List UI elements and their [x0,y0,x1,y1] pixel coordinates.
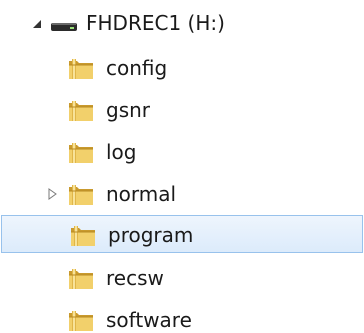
folder-icon [69,269,93,289]
folder-icon [69,143,93,163]
tree-item-log[interactable]: log [0,133,362,171]
drive-label: FHDREC1 (H:) [86,11,225,35]
folder-icon [69,101,93,121]
tree-item-normal[interactable]: normal [0,175,362,213]
tree-item-program[interactable]: program [1,215,363,253]
folder-label: software [106,308,192,332]
folder-label: log [106,140,137,164]
folder-label: recsw [106,266,164,290]
folder-icon [69,185,93,205]
drive-icon [51,23,77,31]
folder-label: gsnr [106,98,151,122]
tree-item-config[interactable]: config [0,49,362,87]
tree-item-recsw[interactable]: recsw [0,259,362,297]
folder-label: program [108,223,194,247]
folder-tree: FHDREC1 (H:) config gsnr log normal program r… [0,0,364,333]
folder-icon [69,59,93,79]
expanded-triangle-icon[interactable] [31,18,43,30]
collapsed-triangle-icon[interactable] [46,188,58,200]
tree-item-gsnr[interactable]: gsnr [0,91,362,129]
folder-icon [71,226,95,246]
tree-item-software[interactable]: software [0,301,362,333]
folder-label: normal [106,182,177,206]
folder-icon [69,311,93,331]
tree-item-drive[interactable]: FHDREC1 (H:) [0,4,362,42]
folder-label: config [106,56,168,80]
